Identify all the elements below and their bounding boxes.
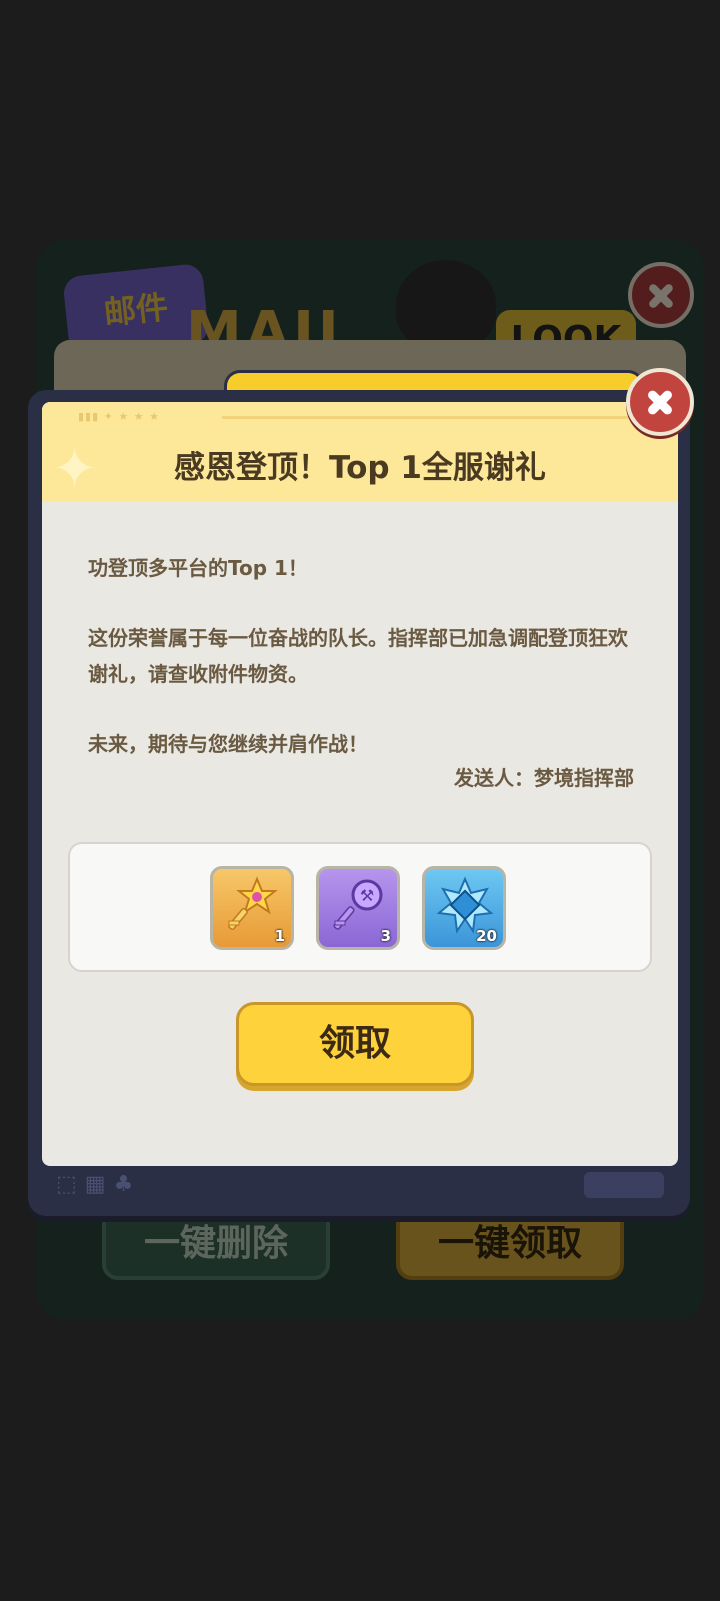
star-key-icon [228, 876, 278, 931]
mail-paragraph: 这份荣誉属于每一位奋战的队长。指挥部已加急调配登顶狂欢谢礼，请查收附件物资。 [88, 626, 628, 686]
footer-decoration [584, 1172, 664, 1198]
mail-sender: 发送人：梦境指挥部 [454, 766, 634, 790]
reward-quantity: 20 [476, 927, 497, 945]
reward-item[interactable]: 1 [210, 866, 294, 950]
reward-item[interactable]: ⚒ 3 [316, 866, 400, 950]
dialog-footer: ⬚▦♣ [42, 1166, 678, 1206]
mail-paragraph: 功登顶多平台的Top 1！ [88, 556, 308, 580]
close-button[interactable] [626, 368, 694, 436]
svg-text:⚒: ⚒ [360, 886, 374, 905]
mail-detail-dialog: ▮▮▮ ✦ ★ ★ ★ ✦ 感恩登顶！Top 1全服谢礼 功登顶多平台的Top … [42, 402, 678, 1166]
mail-paragraph: 未来，期待与您继续并肩作战！ [88, 732, 368, 756]
reward-quantity: 3 [380, 927, 391, 945]
header-divider [222, 416, 662, 419]
cat-mascot-icon [396, 260, 496, 350]
footer-decoration-icons: ⬚▦♣ [56, 1172, 142, 1197]
reward-quantity: 1 [274, 927, 285, 945]
dialog-title: 感恩登顶！Top 1全服谢礼 [174, 450, 546, 486]
background-close-icon [628, 262, 694, 328]
attachment-rewards: 1 ⚒ 3 20 [68, 842, 652, 972]
header-decoration: ▮▮▮ ✦ ★ ★ ★ [78, 410, 160, 423]
blue-crystal-icon [436, 876, 494, 934]
reward-item[interactable]: 20 [422, 866, 506, 950]
claim-button[interactable]: 领取 [236, 1002, 474, 1086]
dialog-header: ▮▮▮ ✦ ★ ★ ★ ✦ 感恩登顶！Top 1全服谢礼 [42, 402, 678, 502]
purple-key-icon: ⚒ [333, 879, 383, 930]
